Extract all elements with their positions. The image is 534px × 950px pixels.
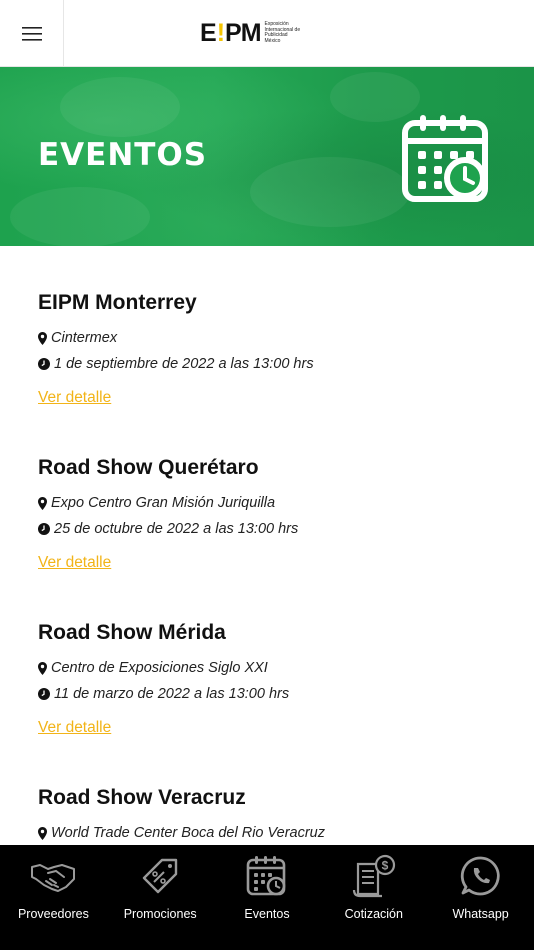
nav-label: Promociones (123, 907, 197, 921)
event-title: Road Show Mérida (38, 621, 226, 644)
clock-icon (38, 523, 50, 535)
event-date: 1 de septiembre de 2022 a las 13:00 hrs (38, 355, 508, 373)
event-location: Expo Centro Gran Misión Juriquilla (38, 494, 508, 512)
event-card: EIPM Monterrey Cintermex 1 de septiembre… (38, 291, 508, 407)
event-detail-link[interactable]: Ver detalle (38, 719, 111, 737)
clock-icon (38, 688, 50, 700)
menu-button[interactable] (0, 0, 64, 67)
nav-item-whatsapp[interactable]: Whatsapp (427, 845, 534, 950)
nav-item-cotizacion[interactable]: $ Cotización (320, 845, 427, 950)
app-header: E! PM Exposición Internacional de Publici… (0, 0, 534, 67)
nav-label: Whatsapp (452, 907, 509, 921)
invoice-icon: $ (352, 854, 395, 898)
event-detail-link[interactable]: Ver detalle (38, 554, 111, 572)
nav-item-eventos[interactable]: Eventos (214, 845, 321, 950)
map-pin-icon (38, 496, 47, 510)
logo-mark: E! PM (200, 18, 262, 47)
event-location: World Trade Center Boca del Rio Veracruz (38, 824, 508, 842)
map-pin-icon (38, 661, 47, 675)
event-card: Road Show Veracruz World Trade Center Bo… (38, 786, 508, 842)
svg-text:$: $ (381, 859, 388, 873)
event-location: Centro de Exposiciones Siglo XXI (38, 659, 508, 677)
whatsapp-icon (460, 856, 500, 896)
nav-label: Cotización (344, 907, 403, 921)
event-detail-link[interactable]: Ver detalle (38, 389, 111, 407)
events-list: EIPM Monterrey Cintermex 1 de septiembre… (0, 246, 534, 846)
hamburger-icon (21, 26, 42, 41)
map-pin-icon (38, 331, 47, 345)
event-card: Road Show Mérida Centro de Exposiciones … (38, 621, 508, 737)
event-date: 25 de octubre de 2022 a las 13:00 hrs (38, 520, 508, 538)
handshake-icon (31, 864, 76, 892)
calendar-clock-icon (246, 856, 286, 896)
logo-subtitle: Exposición Internacional de Publicidad M… (264, 21, 301, 44)
event-date: 11 de marzo de 2022 a las 13:00 hrs (38, 685, 508, 703)
banner-title: EVENTOS (38, 137, 208, 173)
events-banner: EVENTOS (0, 67, 534, 246)
event-card: Road Show Querétaro Expo Centro Gran Mis… (38, 456, 508, 572)
bottom-nav: Proveedores Promociones Eventos $ Cotiza… (0, 845, 534, 950)
event-title: Road Show Veracruz (38, 786, 246, 809)
clock-icon (38, 358, 50, 370)
nav-label: Eventos (244, 907, 290, 921)
event-title: Road Show Querétaro (38, 456, 259, 479)
discount-tag-icon (142, 858, 178, 894)
nav-label: Proveedores (17, 907, 89, 921)
map-pin-icon (38, 826, 47, 840)
event-title: EIPM Monterrey (38, 291, 197, 314)
nav-item-proveedores[interactable]: Proveedores (0, 845, 107, 950)
eipm-logo[interactable]: E! PM Exposición Internacional de Publici… (200, 18, 336, 48)
event-location: Cintermex (38, 329, 508, 347)
calendar-clock-icon (402, 115, 488, 202)
nav-item-promociones[interactable]: Promociones (107, 845, 214, 950)
